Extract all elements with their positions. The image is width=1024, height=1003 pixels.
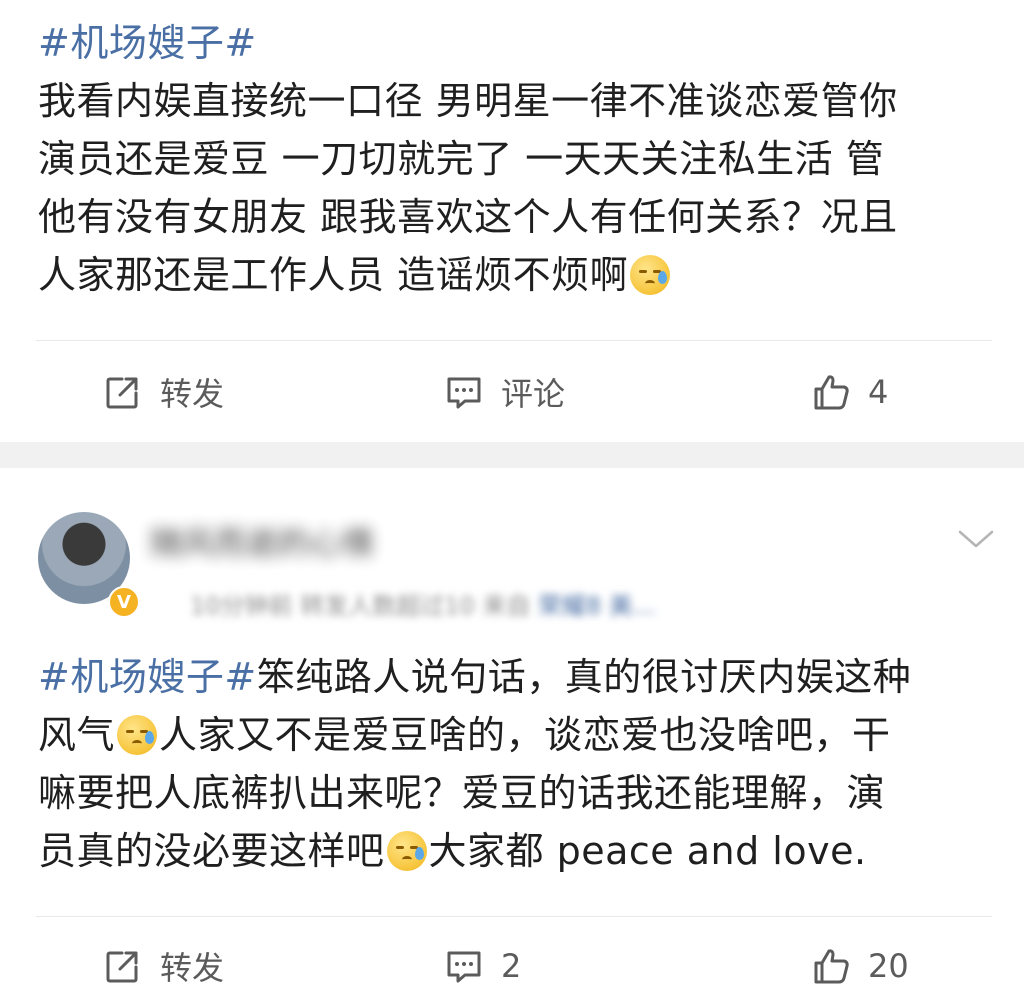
comment-button[interactable]: 2	[443, 936, 521, 996]
post-text: #机场嫂子#笨纯路人说句话，真的很讨厌内娱这种 风气 人家又不是爱豆啥的，谈恋爱也…	[38, 648, 998, 880]
post-2: V 随风而逝的心情 10分钟前 转发人数超过10 来自 荣耀8 美... #机场…	[0, 468, 1024, 1003]
text-line: 风气	[38, 713, 116, 757]
text-line: 他有没有女朋友 跟我喜欢这个人有任何关系？况且	[38, 195, 898, 239]
author-name[interactable]: 随风而逝的心情	[150, 518, 570, 562]
view-count: 转发人数超过10	[300, 592, 475, 620]
source-prefix: 来自	[482, 592, 531, 620]
sweat-emoji-icon	[117, 715, 158, 755]
comment-button[interactable]: 评论	[443, 362, 565, 422]
post-1: #机场嫂子# 我看内娱直接统一口径 男明星一律不准谈恋爱管你 演员还是爱豆 一刀…	[0, 0, 1024, 442]
post-separator	[0, 442, 1024, 468]
action-bar: 转发 评论 4	[0, 362, 1024, 422]
divider	[36, 916, 992, 917]
repost-icon	[106, 951, 138, 983]
text-line: 笨纯路人说句话，真的很讨厌内娱这种	[256, 655, 912, 699]
divider	[36, 340, 992, 341]
text-line: 演员还是爱豆 一刀切就完了 一天天关注私生活 管	[38, 137, 885, 181]
like-count: 4	[868, 373, 889, 411]
comment-icon	[447, 377, 481, 409]
thumbs-up-icon	[814, 375, 849, 410]
like-button[interactable]: 4	[810, 362, 888, 422]
like-count: 20	[868, 947, 909, 985]
comment-icon	[447, 951, 481, 983]
verified-badge-icon: V	[108, 586, 140, 618]
text-line: 嘛要把人底裤扒出来呢？爱豆的话我还能理解，演	[38, 771, 886, 815]
text-line: 员真的没必要这样吧	[38, 829, 385, 873]
text-line: 人家又不是爱豆啥的，谈恋爱也没啥吧，干	[159, 713, 891, 757]
chevron-down-icon[interactable]	[956, 524, 996, 554]
sweat-emoji-icon	[386, 831, 427, 871]
text-line: 我看内娱直接统一口径 男明星一律不准谈恋爱管你	[38, 79, 898, 123]
action-bar: 转发 2 20	[0, 936, 1024, 996]
repost-label: 转发	[160, 949, 225, 987]
text-line: 大家都 peace and love.	[428, 829, 867, 873]
repost-button[interactable]: 转发	[102, 362, 224, 422]
source-device[interactable]: 荣耀8 美...	[538, 592, 656, 620]
thumbs-up-icon	[814, 949, 849, 984]
comment-count: 2	[501, 947, 522, 985]
like-button[interactable]: 20	[810, 936, 909, 996]
comment-label: 评论	[501, 375, 566, 413]
repost-button[interactable]: 转发	[102, 936, 224, 996]
post-text: #机场嫂子# 我看内娱直接统一口径 男明星一律不准谈恋爱管你 演员还是爱豆 一刀…	[38, 14, 998, 304]
hashtag-link[interactable]: #机场嫂子#	[38, 21, 257, 65]
post-meta: 10分钟前 转发人数超过10 来自 荣耀8 美...	[190, 586, 656, 620]
hashtag-link[interactable]: #机场嫂子#	[38, 655, 257, 699]
post-time: 10分钟前	[190, 592, 293, 620]
repost-label: 转发	[160, 375, 225, 413]
sweat-emoji-icon	[630, 255, 671, 295]
text-line: 人家那还是工作人员 造谣烦不烦啊	[38, 253, 629, 297]
repost-icon	[106, 377, 138, 409]
